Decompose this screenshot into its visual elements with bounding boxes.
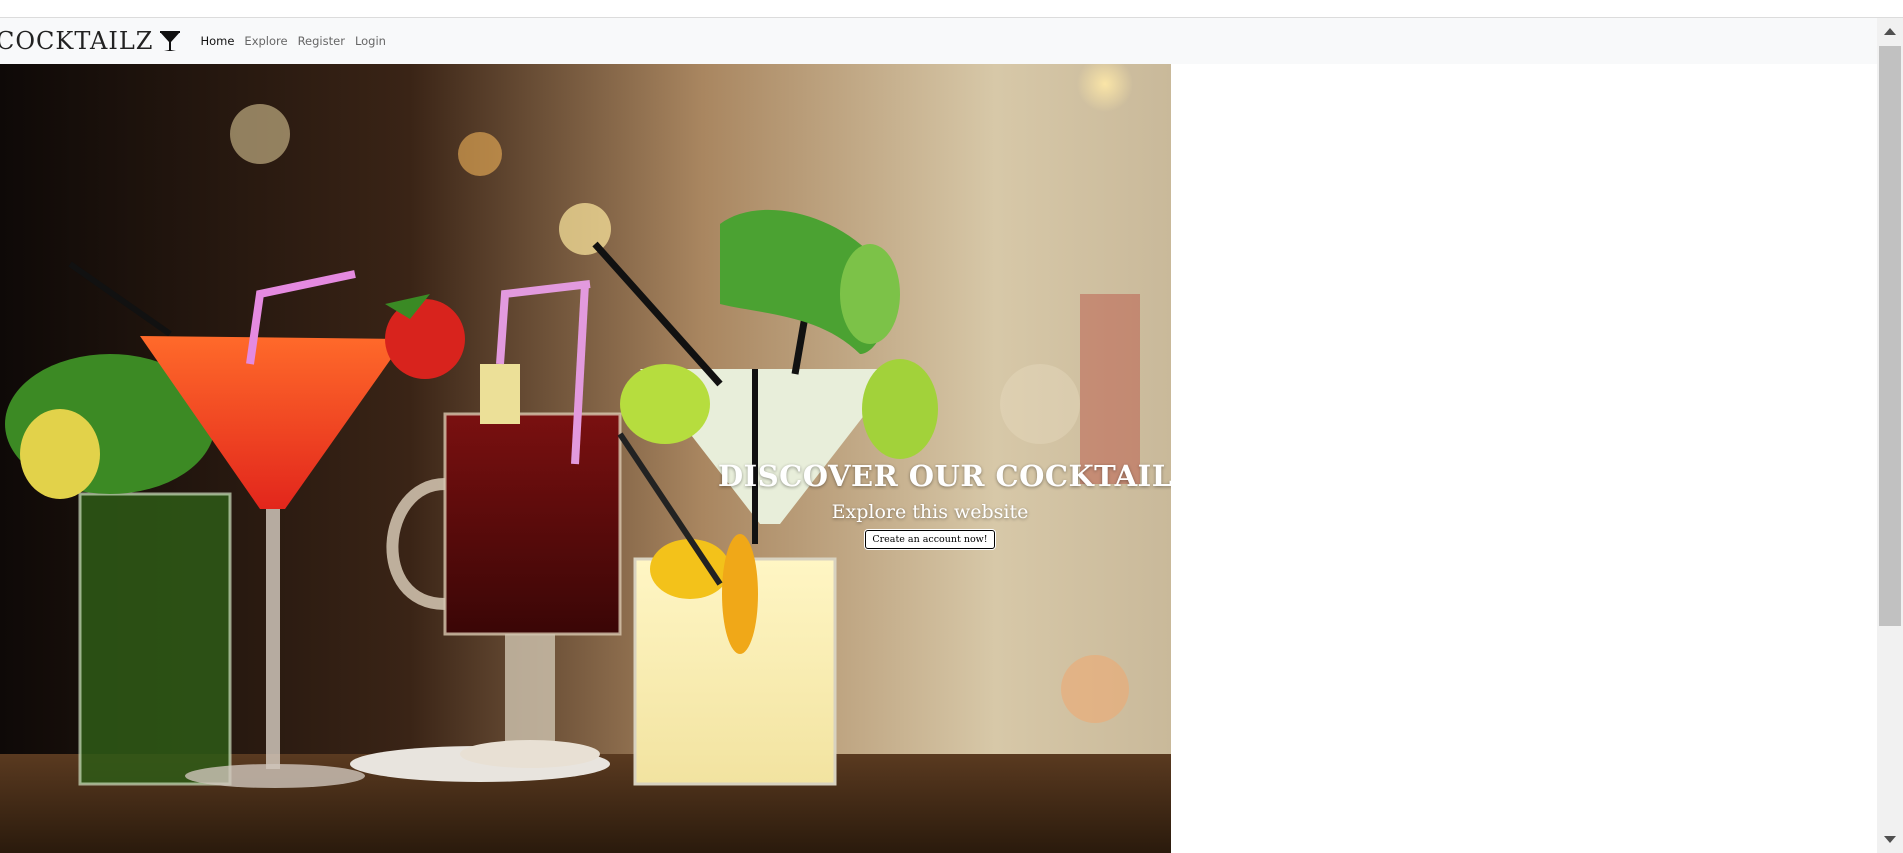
hero-carousel: DISCOVER OUR COCKTAILZ Explore this webs… [0, 64, 1171, 853]
navbar: COCKTAILZ Home Explore Register Login [0, 18, 1877, 64]
hero-caption: DISCOVER OUR COCKTAILZ Explore this webs… [718, 459, 1171, 549]
hero-subtitle: Explore this website [831, 501, 1029, 523]
nav-link-register[interactable]: Register [293, 34, 350, 48]
hero-title: DISCOVER OUR COCKTAILZ [718, 459, 1171, 493]
nav-link-home[interactable]: Home [195, 34, 239, 48]
nav-link-login[interactable]: Login [350, 34, 391, 48]
nav-links: Home Explore Register Login [195, 34, 391, 48]
cocktail-glass-icon [160, 31, 181, 51]
browser-top-strip [0, 0, 1903, 18]
scroll-up-icon[interactable] [1884, 28, 1896, 35]
create-account-button[interactable]: Create an account now! [865, 530, 995, 549]
brand-logo-text[interactable]: COCKTAILZ [0, 27, 153, 55]
brand[interactable]: COCKTAILZ [0, 27, 195, 55]
scrollbar-thumb[interactable] [1879, 46, 1901, 626]
nav-link-explore[interactable]: Explore [239, 34, 292, 48]
vertical-scrollbar[interactable] [1877, 18, 1903, 853]
scroll-down-icon[interactable] [1884, 836, 1896, 843]
